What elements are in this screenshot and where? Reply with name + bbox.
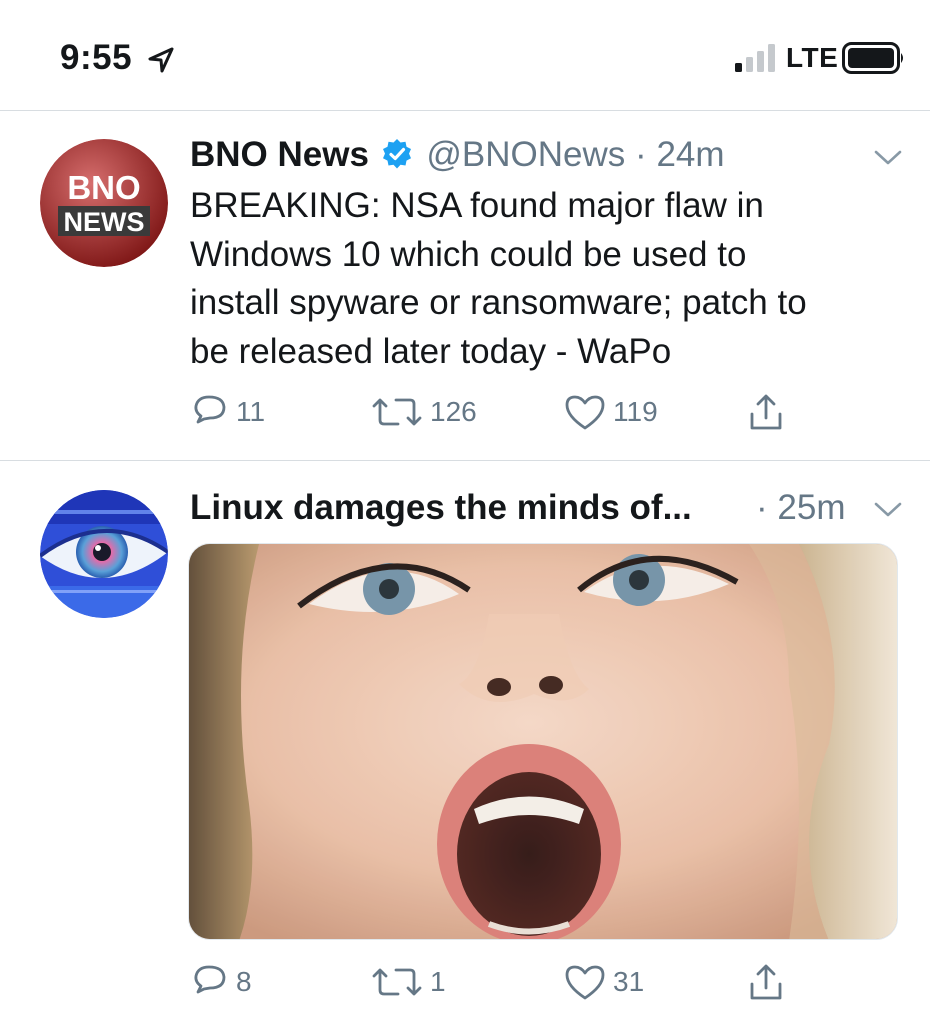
tweet-actions: 11 126 119	[0, 392, 930, 436]
svg-text:BNO: BNO	[67, 169, 140, 206]
author-handle[interactable]: @BNONews	[426, 135, 625, 174]
svg-text:NEWS: NEWS	[64, 207, 145, 237]
tweet-text-line: Windows 10 which could be used to	[190, 234, 747, 274]
like-count: 31	[613, 966, 645, 997]
tweet-meta: · 25m	[756, 488, 845, 528]
tweet-header: Linux damages the minds of...	[190, 488, 692, 528]
retweet-count: 1	[430, 966, 446, 997]
reply-button[interactable]: 8	[190, 962, 252, 1002]
author-name[interactable]: Linux damages the minds of...	[190, 488, 692, 527]
location-arrow-icon	[148, 47, 174, 73]
author-name[interactable]: BNO News	[190, 135, 369, 174]
retweet-icon	[372, 398, 422, 426]
shocked-face-photo-icon	[189, 544, 897, 939]
avatar[interactable]	[40, 490, 168, 618]
chevron-down-icon[interactable]	[873, 500, 903, 520]
reply-button[interactable]: 11	[190, 392, 265, 432]
avatar[interactable]: BNO NEWS	[40, 139, 168, 267]
retweet-icon	[372, 968, 422, 996]
tweet-media[interactable]	[188, 543, 898, 940]
reply-count: 8	[236, 966, 252, 997]
reply-icon	[194, 395, 226, 424]
tweet-timestamp[interactable]: 24m	[656, 135, 724, 174]
tweet-actions: 8 1 31	[0, 962, 930, 1006]
heart-icon	[565, 965, 605, 1000]
separator-dot: ·	[635, 135, 647, 174]
like-button[interactable]: 31	[563, 962, 644, 1002]
battery-icon	[842, 42, 903, 74]
share-button[interactable]	[746, 962, 792, 1002]
tweet-text-line: install spyware or ransomware; patch to	[190, 283, 807, 322]
heart-icon	[565, 395, 605, 430]
tweet-header: BNO News @BNONews · 24m	[190, 135, 725, 175]
reply-icon	[194, 965, 226, 994]
reply-count: 11	[236, 396, 266, 427]
chevron-down-icon[interactable]	[873, 148, 903, 168]
tweet-text-line: be released later today - WaPo	[190, 331, 672, 371]
like-count: 119	[613, 396, 658, 427]
share-button[interactable]	[746, 392, 792, 432]
separator-dot: ·	[756, 488, 768, 527]
status-time: 9:55	[60, 38, 133, 77]
tweet-text-line: BREAKING: NSA found major flaw in	[190, 186, 764, 225]
network-type: LTE	[786, 42, 839, 73]
signal-bars-icon	[735, 44, 775, 72]
status-divider	[0, 110, 930, 111]
share-icon	[750, 964, 782, 1000]
eye-avatar-icon	[40, 490, 168, 618]
tweet-divider	[0, 460, 930, 461]
bno-logo: BNO NEWS	[40, 139, 168, 267]
retweet-count: 126	[430, 396, 477, 427]
like-button[interactable]: 119	[563, 392, 658, 432]
retweet-button[interactable]: 126	[370, 392, 477, 432]
status-bar: 9:55 LTE	[0, 0, 930, 110]
share-icon	[750, 394, 782, 430]
tweet-timestamp[interactable]: 25m	[777, 488, 845, 527]
verified-badge-icon	[382, 139, 411, 169]
tweet-text: BREAKING: NSA found major flaw in Window…	[190, 182, 890, 376]
retweet-button[interactable]: 1	[370, 962, 446, 1002]
